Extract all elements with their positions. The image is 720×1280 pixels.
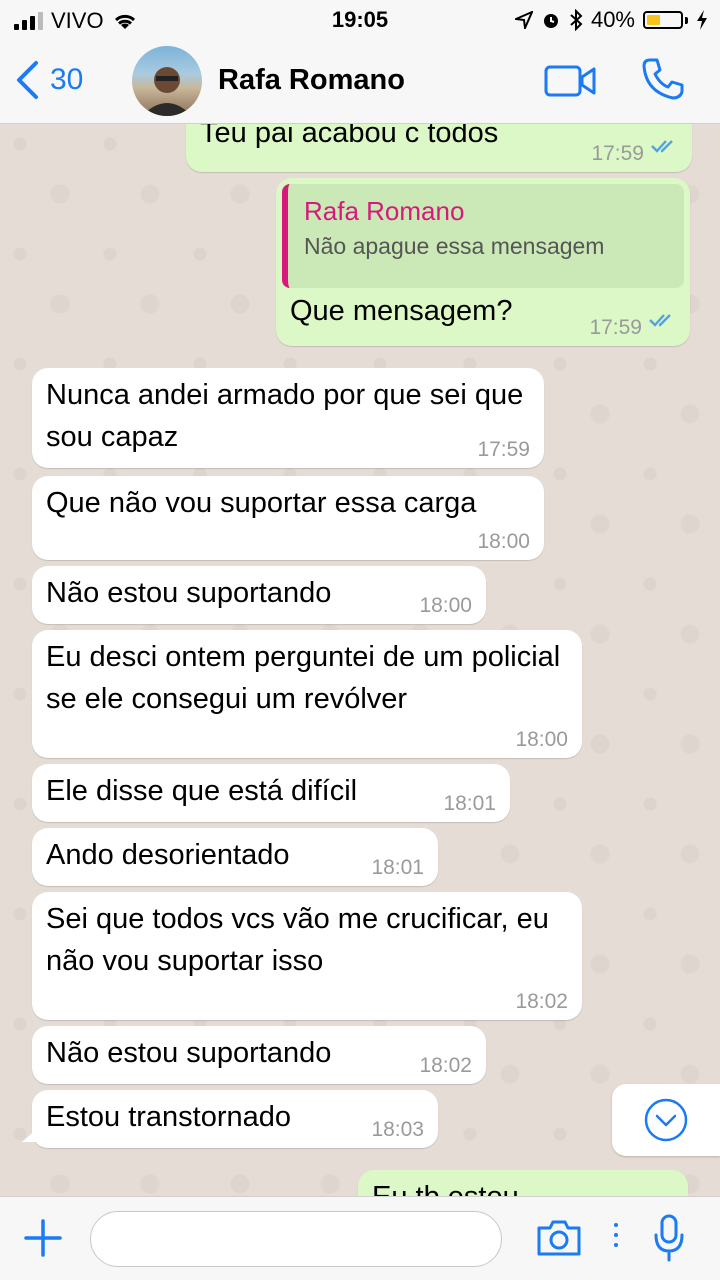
quoted-author: Rafa Romano bbox=[304, 196, 465, 226]
camera-button[interactable] bbox=[536, 1219, 582, 1262]
message-text: Que não vou suportar essa carga bbox=[46, 487, 477, 519]
quoted-text: Não apague essa mensagem bbox=[304, 233, 605, 259]
message-text: Que mensagem? bbox=[290, 295, 513, 327]
quoted-message[interactable]: Rafa Romano Não apague essa mensagem bbox=[282, 184, 684, 288]
message-time: 18:00 bbox=[515, 728, 568, 751]
message-text: Eu desci ontem perguntei de um policial … bbox=[46, 641, 561, 715]
scroll-to-bottom-button[interactable] bbox=[612, 1084, 720, 1156]
message-text: Teu pai acabou c todos bbox=[200, 124, 499, 149]
message-time: 18:01 bbox=[371, 856, 424, 879]
camera-icon bbox=[537, 1220, 581, 1256]
message-input[interactable] bbox=[90, 1211, 502, 1267]
message-time: 18:02 bbox=[419, 1054, 472, 1077]
charging-bolt-icon bbox=[697, 10, 707, 30]
avatar[interactable] bbox=[132, 46, 202, 116]
message-time: 17:59 bbox=[477, 438, 530, 461]
message-bubble-incoming[interactable]: Eu desci ontem perguntei de um policial … bbox=[32, 630, 582, 758]
message-time: 17:59 bbox=[591, 142, 644, 165]
message-time: 18:00 bbox=[477, 530, 530, 553]
message-bubble-outgoing-reply[interactable]: Rafa Romano Não apague essa mensagem Que… bbox=[276, 178, 690, 346]
battery-percentage: 40% bbox=[590, 7, 635, 32]
microphone-icon bbox=[654, 1214, 684, 1262]
message-time: 17:59 bbox=[589, 316, 642, 339]
message-time: 18:01 bbox=[443, 792, 496, 815]
battery-icon bbox=[643, 11, 683, 29]
message-time: 18:03 bbox=[371, 1118, 424, 1141]
back-button[interactable]: 30 bbox=[14, 60, 83, 100]
message-list[interactable]: Teu pai acabou c todos 17:59 Rafa Romano… bbox=[0, 124, 720, 1196]
alarm-icon bbox=[543, 14, 558, 28]
message-bubble-incoming[interactable]: Não estou suportando 18:02 bbox=[32, 1026, 486, 1084]
location-arrow-icon bbox=[514, 11, 533, 29]
double-check-icon bbox=[648, 298, 676, 340]
microphone-button[interactable] bbox=[652, 1213, 686, 1268]
message-bubble-incoming[interactable]: Ando desorientado 18:01 bbox=[32, 828, 438, 886]
message-bubble-incoming[interactable]: Estou transtornado 18:03 bbox=[22, 1090, 438, 1148]
message-bubble-incoming[interactable]: Ele disse que está difícil 18:01 bbox=[32, 764, 510, 822]
video-camera-icon bbox=[544, 65, 596, 97]
chevron-left-icon bbox=[17, 61, 38, 99]
contact-name[interactable]: Rafa Romano bbox=[218, 64, 405, 97]
message-bubble-incoming[interactable]: Não estou suportando 18:00 bbox=[32, 566, 486, 624]
status-indicators: 40% bbox=[514, 7, 708, 33]
message-bubble-incoming[interactable]: Nunca andei armado por que sei que sou c… bbox=[32, 368, 544, 468]
message-time: 18:02 bbox=[515, 990, 568, 1013]
chat-header: 30 Rafa Romano bbox=[0, 40, 720, 124]
message-text: Não estou suportando bbox=[46, 577, 332, 609]
voice-call-button[interactable] bbox=[640, 56, 686, 107]
bluetooth-icon bbox=[570, 9, 583, 31]
message-bubble-outgoing[interactable]: Eu tb estou bbox=[358, 1170, 688, 1196]
back-count: 30 bbox=[50, 63, 84, 96]
message-text: Nunca andei armado por que sei que sou c… bbox=[46, 379, 524, 453]
message-bubble-incoming[interactable]: Sei que todos vcs vão me crucificar, eu … bbox=[32, 892, 582, 1020]
message-bubble-incoming[interactable]: Que não vou suportar essa carga 18:00 bbox=[32, 476, 544, 560]
status-bar: VIVO 19:05 40% bbox=[0, 0, 720, 40]
phone-icon bbox=[642, 58, 684, 100]
vertical-dots-icon bbox=[614, 1223, 618, 1247]
message-bubble-outgoing[interactable]: Teu pai acabou c todos 17:59 bbox=[186, 124, 692, 172]
composer-bar bbox=[0, 1196, 720, 1280]
bubble-tail bbox=[22, 1128, 38, 1142]
chevron-down-circle-icon bbox=[644, 1098, 688, 1142]
message-text: Estou transtornado bbox=[46, 1101, 292, 1133]
message-text: Eu tb estou bbox=[372, 1176, 519, 1196]
avatar-image bbox=[142, 67, 192, 116]
attach-button[interactable] bbox=[22, 1217, 64, 1264]
message-text: Sei que todos vcs vão me crucificar, eu … bbox=[46, 903, 549, 977]
message-text: Ando desorientado bbox=[46, 839, 290, 871]
plus-icon bbox=[24, 1219, 62, 1257]
video-call-button[interactable] bbox=[544, 64, 596, 103]
message-text: Ele disse que está difícil bbox=[46, 775, 358, 807]
message-time: 18:00 bbox=[419, 594, 472, 617]
double-check-icon bbox=[650, 124, 678, 166]
battery-tip bbox=[685, 16, 688, 24]
message-text: Não estou suportando bbox=[46, 1037, 332, 1069]
